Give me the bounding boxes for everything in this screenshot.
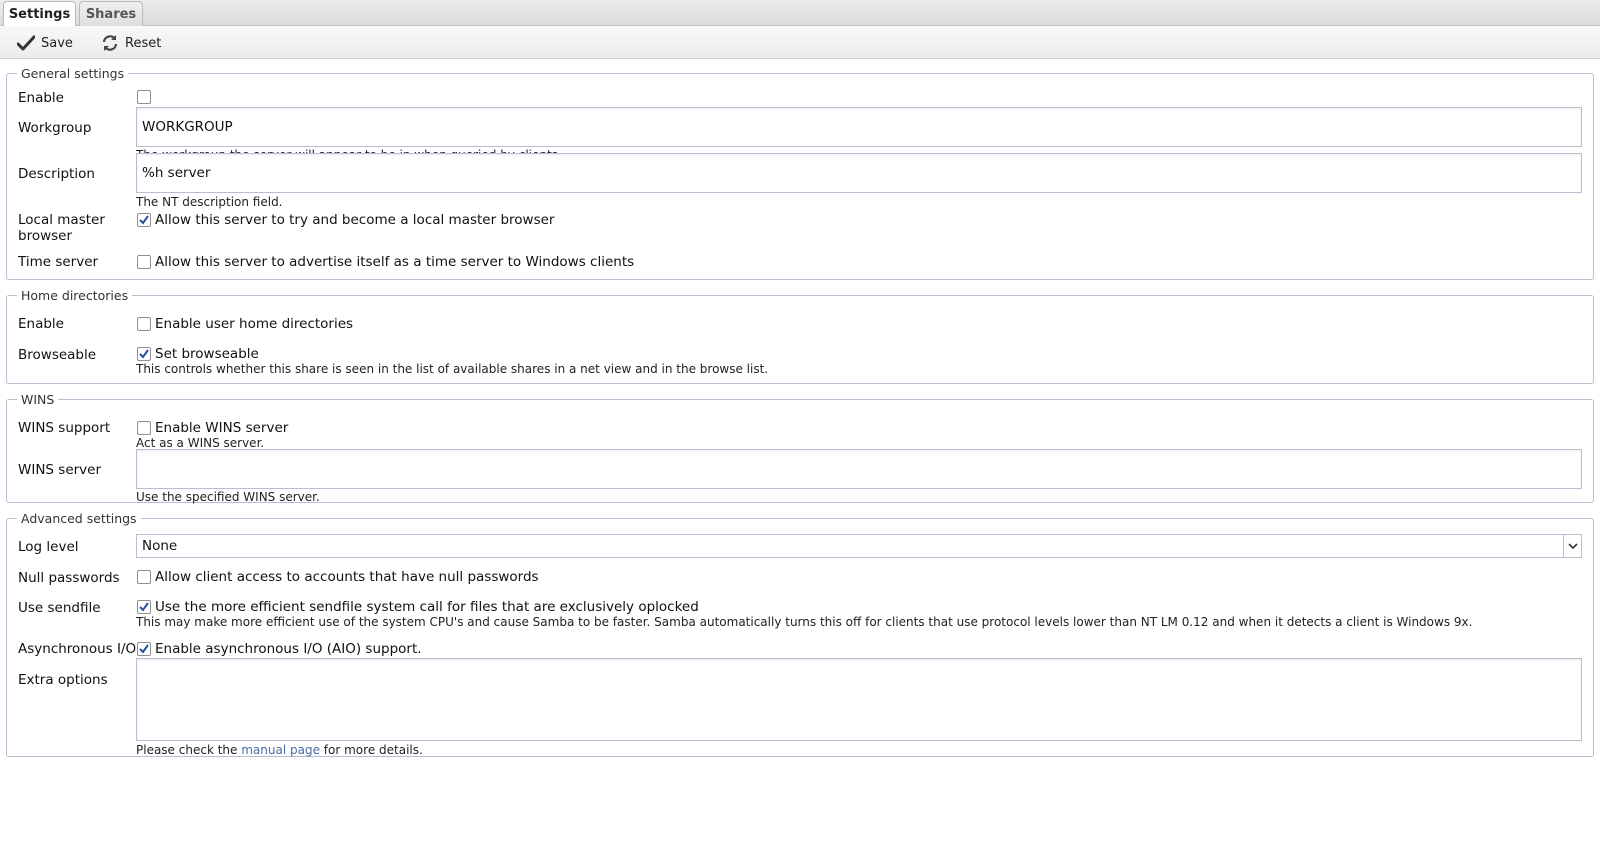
- extra-hint-after: for more details.: [323, 743, 423, 757]
- checkmark-icon: [17, 35, 35, 51]
- sendfile-text: Use the more efficient sendfile system c…: [155, 599, 699, 615]
- enable-checkbox[interactable]: [137, 90, 151, 104]
- save-label: Save: [41, 35, 73, 51]
- wins-server-hint: Use the specified WINS server.: [136, 490, 320, 504]
- null-passwords-label: Null passwords: [18, 570, 120, 586]
- null-passwords-text: Allow client access to accounts that hav…: [155, 569, 539, 585]
- save-button[interactable]: Save: [17, 32, 73, 54]
- chevron-down-icon: [1563, 535, 1581, 557]
- extra-options-hint: Please check the manual page for more de…: [136, 743, 423, 757]
- extra-options-textarea[interactable]: [136, 658, 1582, 741]
- browseable-text: Set browseable: [155, 346, 259, 362]
- browseable-hint: This controls whether this share is seen…: [136, 362, 769, 376]
- reset-label: Reset: [125, 35, 162, 51]
- log-level-value: None: [142, 538, 178, 554]
- sendfile-hint: This may make more efficient use of the …: [136, 615, 1473, 629]
- log-level-select[interactable]: None: [136, 534, 1582, 558]
- tab-shares[interactable]: Shares: [79, 1, 143, 26]
- description-input[interactable]: %h server: [136, 153, 1582, 193]
- check-icon: [139, 602, 149, 612]
- local-master-label-line1: Local master: [18, 212, 105, 228]
- check-icon: [139, 644, 149, 654]
- toolbar: Save Reset: [0, 26, 1600, 59]
- tab-shares-label: Shares: [85, 6, 137, 22]
- local-master-checkbox[interactable]: [137, 213, 151, 227]
- advanced-settings-legend: Advanced settings: [21, 511, 137, 526]
- sendfile-checkbox[interactable]: [137, 600, 151, 614]
- browseable-checkbox[interactable]: [137, 347, 151, 361]
- aio-checkbox[interactable]: [137, 642, 151, 656]
- workgroup-label: Workgroup: [18, 120, 92, 136]
- browseable-label: Browseable: [18, 347, 97, 363]
- check-icon: [139, 349, 149, 359]
- wins-legend: WINS: [21, 392, 55, 407]
- wins-support-checkbox[interactable]: [137, 421, 151, 435]
- wins-support-label: WINS support: [18, 420, 111, 436]
- description-label: Description: [18, 166, 95, 182]
- extra-hint-before: Please check the: [136, 743, 238, 757]
- log-level-label: Log level: [18, 539, 79, 555]
- aio-text: Enable asynchronous I/O (AIO) support.: [155, 641, 422, 657]
- home-enable-text: Enable user home directories: [155, 316, 354, 332]
- time-server-label: Time server: [18, 254, 99, 270]
- sendfile-label: Use sendfile: [18, 600, 101, 616]
- tab-bar: Settings Shares: [0, 0, 1600, 27]
- wins-support-text: Enable WINS server: [155, 420, 289, 436]
- workgroup-input[interactable]: WORKGROUP: [136, 107, 1582, 147]
- local-master-label-line2: browser: [18, 228, 73, 244]
- aio-label: Asynchronous I/O: [18, 641, 137, 657]
- refresh-icon: [101, 34, 119, 52]
- tab-settings-label: Settings: [8, 7, 71, 22]
- time-server-text: Allow this server to advertise itself as…: [155, 254, 635, 270]
- reset-button[interactable]: Reset: [101, 32, 161, 54]
- tab-settings[interactable]: Settings: [3, 1, 76, 27]
- description-hint: The NT description field.: [136, 195, 283, 209]
- home-enable-label: Enable: [18, 316, 64, 332]
- check-icon: [139, 215, 149, 225]
- enable-label: Enable: [18, 90, 64, 106]
- wins-support-hint: Act as a WINS server.: [136, 436, 265, 450]
- null-passwords-checkbox[interactable]: [137, 570, 151, 584]
- time-server-checkbox[interactable]: [137, 255, 151, 269]
- wins-server-input[interactable]: [136, 449, 1582, 489]
- local-master-text: Allow this server to try and become a lo…: [155, 212, 555, 228]
- home-enable-checkbox[interactable]: [137, 317, 151, 331]
- wins-server-label: WINS server: [18, 462, 102, 478]
- extra-options-label: Extra options: [18, 672, 108, 688]
- home-directories-legend: Home directories: [21, 288, 129, 303]
- manual-page-link[interactable]: manual page: [241, 743, 320, 757]
- local-master-label: Local master browser: [18, 212, 105, 244]
- general-settings-legend: General settings: [21, 66, 125, 81]
